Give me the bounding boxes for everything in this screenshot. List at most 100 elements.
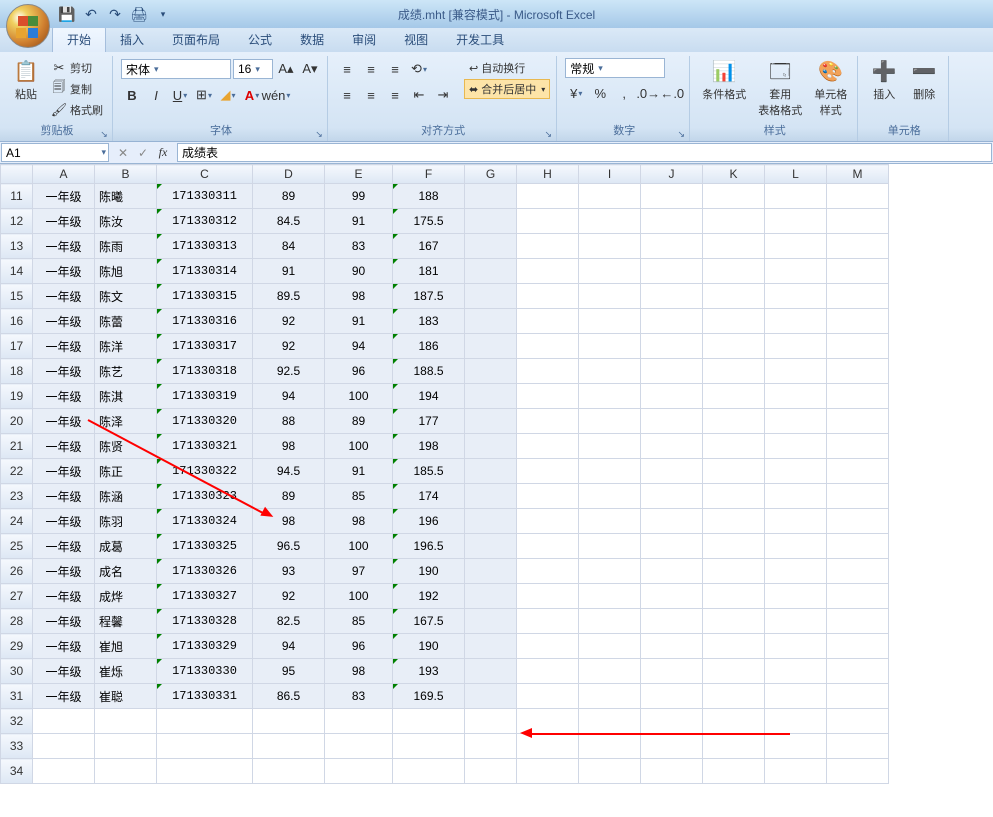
align-center-icon[interactable]: ≡	[360, 84, 382, 106]
copy-button[interactable]: 🗐复制	[48, 79, 106, 99]
row-header-29[interactable]: 29	[1, 634, 33, 659]
cell-K25[interactable]	[703, 534, 765, 559]
cell-L12[interactable]	[765, 209, 827, 234]
cell-F13[interactable]: 167	[393, 234, 465, 259]
cell-L28[interactable]	[765, 609, 827, 634]
cell-H14[interactable]	[517, 259, 579, 284]
cell-F16[interactable]: 183	[393, 309, 465, 334]
cell-J29[interactable]	[641, 634, 703, 659]
column-header-H[interactable]: H	[517, 165, 579, 184]
cell-I25[interactable]	[579, 534, 641, 559]
align-top-icon[interactable]: ≡	[336, 58, 358, 80]
cell-F15[interactable]: 187.5	[393, 284, 465, 309]
cell-K28[interactable]	[703, 609, 765, 634]
office-button[interactable]	[6, 4, 50, 48]
cell-E20[interactable]: 89	[325, 409, 393, 434]
row-header-13[interactable]: 13	[1, 234, 33, 259]
cell-H33[interactable]	[517, 734, 579, 759]
cell-L21[interactable]	[765, 434, 827, 459]
cell-E28[interactable]: 85	[325, 609, 393, 634]
qat-customize-icon[interactable]: ▾	[152, 3, 174, 25]
cell-H23[interactable]	[517, 484, 579, 509]
cell-K30[interactable]	[703, 659, 765, 684]
column-header-I[interactable]: I	[579, 165, 641, 184]
decrease-decimal-icon[interactable]: ←.0	[661, 82, 683, 104]
cell-A24[interactable]: 一年级	[33, 509, 95, 534]
spreadsheet-grid[interactable]: ABCDEFGHIJKLM11一年级陈曦171330311899918812一年…	[0, 164, 993, 817]
cell-F33[interactable]	[393, 734, 465, 759]
cell-D17[interactable]: 92	[253, 334, 325, 359]
cell-D15[interactable]: 89.5	[253, 284, 325, 309]
row-header-16[interactable]: 16	[1, 309, 33, 334]
cell-H32[interactable]	[517, 709, 579, 734]
cell-M23[interactable]	[827, 484, 889, 509]
cell-E16[interactable]: 91	[325, 309, 393, 334]
cell-I12[interactable]	[579, 209, 641, 234]
clipboard-launcher-icon[interactable]: ↘	[98, 128, 110, 140]
cell-G22[interactable]	[465, 459, 517, 484]
cell-K17[interactable]	[703, 334, 765, 359]
cell-L30[interactable]	[765, 659, 827, 684]
cell-M11[interactable]	[827, 184, 889, 209]
row-header-26[interactable]: 26	[1, 559, 33, 584]
cell-A17[interactable]: 一年级	[33, 334, 95, 359]
cell-D12[interactable]: 84.5	[253, 209, 325, 234]
increase-indent-icon[interactable]: ⇥	[432, 84, 454, 106]
cell-H31[interactable]	[517, 684, 579, 709]
cell-B23[interactable]: 陈涵	[95, 484, 157, 509]
cell-D24[interactable]: 98	[253, 509, 325, 534]
cell-J30[interactable]	[641, 659, 703, 684]
cell-I30[interactable]	[579, 659, 641, 684]
cell-B32[interactable]	[95, 709, 157, 734]
cell-I14[interactable]	[579, 259, 641, 284]
cell-G12[interactable]	[465, 209, 517, 234]
cell-I15[interactable]	[579, 284, 641, 309]
cell-L24[interactable]	[765, 509, 827, 534]
cell-D21[interactable]: 98	[253, 434, 325, 459]
cell-B19[interactable]: 陈淇	[95, 384, 157, 409]
font-size-combo[interactable]: 16▾	[233, 59, 273, 79]
cell-F20[interactable]: 177	[393, 409, 465, 434]
cell-B24[interactable]: 陈羽	[95, 509, 157, 534]
cell-E32[interactable]	[325, 709, 393, 734]
cell-C16[interactable]: 171330316	[157, 309, 253, 334]
cell-M16[interactable]	[827, 309, 889, 334]
cell-M20[interactable]	[827, 409, 889, 434]
tab-home[interactable]: 开始	[52, 26, 106, 52]
cell-D11[interactable]: 89	[253, 184, 325, 209]
cell-H28[interactable]	[517, 609, 579, 634]
cell-K12[interactable]	[703, 209, 765, 234]
row-header-23[interactable]: 23	[1, 484, 33, 509]
cell-L13[interactable]	[765, 234, 827, 259]
cell-B31[interactable]: 崔聪	[95, 684, 157, 709]
cell-C29[interactable]: 171330329	[157, 634, 253, 659]
cell-B18[interactable]: 陈艺	[95, 359, 157, 384]
cell-I23[interactable]	[579, 484, 641, 509]
cell-A29[interactable]: 一年级	[33, 634, 95, 659]
cell-C28[interactable]: 171330328	[157, 609, 253, 634]
cell-G27[interactable]	[465, 584, 517, 609]
cell-G33[interactable]	[465, 734, 517, 759]
cell-C32[interactable]	[157, 709, 253, 734]
row-header-14[interactable]: 14	[1, 259, 33, 284]
decrease-indent-icon[interactable]: ⇤	[408, 84, 430, 106]
cell-F25[interactable]: 196.5	[393, 534, 465, 559]
cell-D13[interactable]: 84	[253, 234, 325, 259]
cell-F26[interactable]: 190	[393, 559, 465, 584]
cell-E27[interactable]: 100	[325, 584, 393, 609]
cell-J28[interactable]	[641, 609, 703, 634]
cell-M31[interactable]	[827, 684, 889, 709]
cell-E33[interactable]	[325, 734, 393, 759]
cell-E25[interactable]: 100	[325, 534, 393, 559]
cell-M22[interactable]	[827, 459, 889, 484]
cell-E23[interactable]: 85	[325, 484, 393, 509]
cell-E29[interactable]: 96	[325, 634, 393, 659]
row-header-28[interactable]: 28	[1, 609, 33, 634]
cell-I34[interactable]	[579, 759, 641, 784]
cell-L19[interactable]	[765, 384, 827, 409]
cell-E19[interactable]: 100	[325, 384, 393, 409]
cell-D31[interactable]: 86.5	[253, 684, 325, 709]
cell-K14[interactable]	[703, 259, 765, 284]
cell-I13[interactable]	[579, 234, 641, 259]
cell-K15[interactable]	[703, 284, 765, 309]
